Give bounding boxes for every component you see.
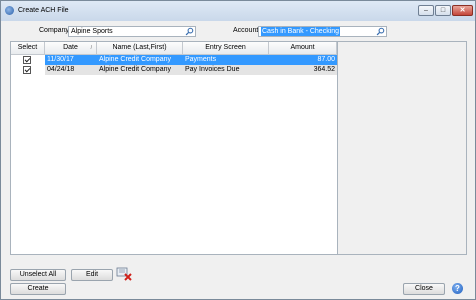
company-value: Alpine Sports — [71, 28, 113, 35]
entry-screen-cell: Payments — [185, 56, 217, 63]
create-button[interactable]: Create — [10, 283, 66, 295]
unselect-all-button[interactable]: Unselect All — [10, 269, 66, 281]
amount-cell: 87.00 — [317, 56, 335, 63]
company-search-icon[interactable] — [185, 27, 194, 36]
maximize-button[interactable]: □ — [435, 5, 451, 16]
close-button[interactable]: Close — [403, 283, 445, 295]
minimize-button[interactable]: – — [418, 5, 434, 16]
account-field[interactable]: Cash in Bank - Checking — [258, 26, 387, 37]
row-checkbox[interactable] — [23, 56, 31, 64]
close-window-button[interactable]: ✕ — [452, 5, 473, 16]
window-title: Create ACH File — [18, 7, 69, 14]
column-header-entry-screen[interactable]: Entry Screen — [183, 42, 269, 55]
create-ach-window: Create ACH File – □ ✕ Company : Alpine S… — [0, 0, 476, 300]
sort-indicator-icon: / — [90, 45, 92, 51]
select-cell[interactable] — [11, 55, 45, 65]
date-cell: 04/24/18 — [47, 66, 75, 73]
company-field[interactable]: Alpine Sports — [68, 26, 196, 37]
amount-cell: 364.52 — [313, 66, 335, 73]
account-value: Cash in Bank - Checking — [261, 27, 341, 36]
account-label: Account — [233, 27, 259, 34]
column-header-select[interactable]: Select — [11, 42, 45, 55]
account-search-icon[interactable] — [376, 27, 385, 36]
edit-button[interactable]: Edit — [71, 269, 113, 281]
table-row[interactable]: 11/30/17 Alpine Credit Company Payments … — [11, 55, 337, 65]
column-header-date[interactable]: Date / — [45, 42, 97, 55]
ach-grid: Select Date / Name (Last,First) Entry Sc… — [10, 41, 338, 255]
column-header-amount[interactable]: Amount — [269, 42, 337, 55]
column-header-name[interactable]: Name (Last,First) — [97, 42, 183, 55]
date-cell: 11/30/17 — [47, 56, 74, 63]
entry-screen-cell: Pay Invoices Due — [185, 66, 240, 73]
title-bar[interactable]: Create ACH File – □ ✕ — [1, 1, 475, 21]
name-cell: Alpine Credit Company — [99, 56, 171, 63]
row-checkbox[interactable] — [23, 66, 31, 74]
name-cell: Alpine Credit Company — [99, 66, 171, 73]
delete-entry-icon[interactable] — [116, 265, 132, 281]
table-row[interactable]: 04/24/18 Alpine Credit Company Pay Invoi… — [11, 65, 337, 75]
column-header-date-label: Date — [63, 44, 78, 51]
help-icon[interactable]: ? — [452, 283, 463, 294]
select-cell[interactable] — [11, 65, 45, 75]
app-icon — [5, 6, 14, 15]
